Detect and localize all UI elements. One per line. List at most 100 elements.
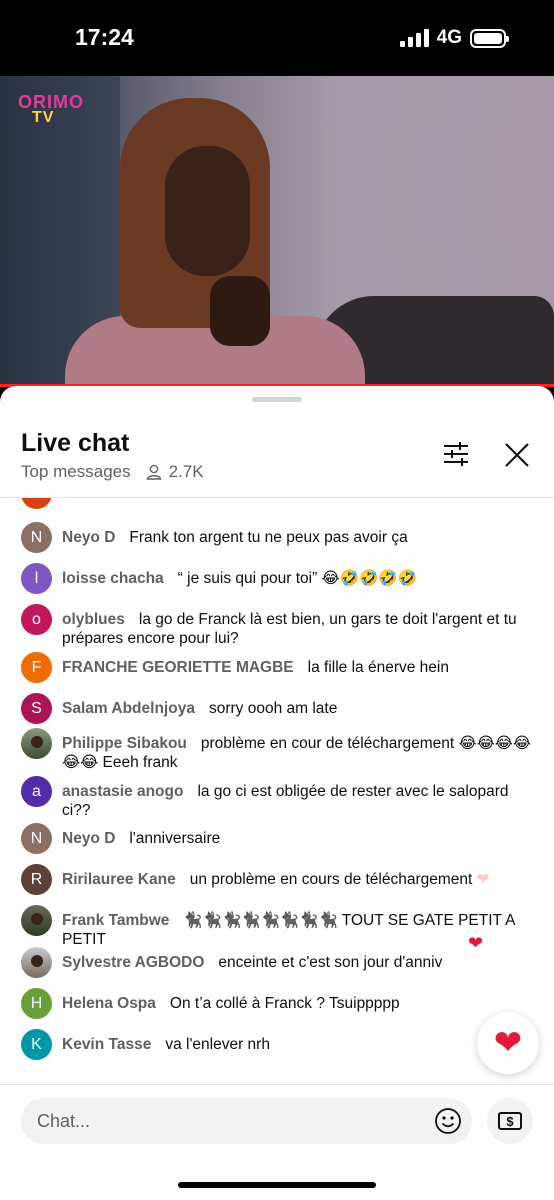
message-text: un problème en cours de téléchargement (189, 871, 473, 888)
message-author: Neyo D (62, 830, 116, 847)
avatar (21, 905, 52, 936)
message-author: Salam Abdelnjoya (62, 700, 195, 717)
message-body: Helena Ospa On t’a collé à Franck ? Tsuip… (62, 988, 540, 1019)
status-bar: 17:24 4G (0, 0, 554, 76)
chat-message[interactable]: o olyblues la go de Franck là est bien, u… (21, 604, 541, 648)
message-text: Frank ton argent tu ne peux pas avoir ça (129, 529, 408, 546)
chat-message[interactable]: N Neyo D Frank ton argent tu ne peux pas … (21, 522, 541, 553)
chat-settings-button[interactable] (440, 438, 472, 470)
message-author: anastasie anogo (62, 783, 184, 800)
chat-message-list[interactable]: kikchose N Neyo D Frank ton argent tu ne … (0, 498, 554, 1084)
chat-message[interactable]: Sylvestre AGBODO enceinte et c'est son jo… (21, 947, 541, 978)
chat-subtitle: Top messages 2.7K (21, 462, 204, 482)
message-text: sorry oooh am late (208, 700, 338, 717)
message-author: FRANCHE GEORIETTE MAGBE (62, 659, 294, 676)
chat-title: Live chat (21, 429, 130, 457)
avatar (21, 947, 52, 978)
message-text: la fille la énerve hein (307, 659, 449, 676)
emoji-button[interactable] (434, 1107, 462, 1135)
message-author: loisse chacha (62, 570, 164, 587)
close-icon (505, 443, 529, 467)
drag-handle[interactable] (252, 397, 302, 402)
message-body: anastasie anogo la go ci est obligée de r… (62, 776, 540, 820)
avatar: o (21, 604, 52, 635)
message-body: Sylvestre AGBODO enceinte et c'est son jo… (62, 947, 540, 978)
message-text: kikchose (62, 498, 540, 509)
message-author: Helena Ospa (62, 995, 156, 1012)
chat-input[interactable] (37, 1110, 417, 1132)
chat-message[interactable]: Philippe Sibakou problème en cour de télé… (21, 728, 541, 772)
heart-reaction-button[interactable]: ❤ (477, 1012, 539, 1074)
signal-icon (399, 29, 429, 47)
avatar: l (21, 563, 52, 594)
chat-message[interactable]: H Helena Ospa On t’a collé à Franck ? Tsu… (21, 988, 541, 1019)
logo-line-2: TV (32, 109, 55, 126)
message-author: Frank Tambwe (62, 912, 170, 929)
viewer-count: 2.7K (145, 462, 204, 482)
avatar: H (21, 988, 52, 1019)
message-author: Neyo D (62, 529, 116, 546)
chat-message[interactable]: F FRANCHE GEORIETTE MAGBE la fille la éne… (21, 652, 541, 683)
person-icon (146, 464, 161, 480)
video-person-hand (210, 276, 270, 346)
channel-logo: ORIMO TV (18, 92, 84, 126)
chat-message[interactable]: kikchose (21, 498, 541, 509)
message-body: Kevin Tasse va l'enlever nrh (62, 1029, 540, 1060)
logo-line-1: ORIMO (18, 92, 84, 112)
smiley-icon (435, 1108, 461, 1134)
message-body: Neyo D Frank ton argent tu ne peux pas av… (62, 522, 540, 553)
message-body: loisse chacha “ je suis qui pour toi” 😂🤣🤣… (62, 563, 540, 594)
avatar (21, 728, 52, 759)
message-text: l'anniversaire (129, 830, 221, 847)
video-player[interactable]: ORIMO TV (0, 76, 554, 386)
heart-icon: ❤ (476, 871, 490, 888)
heart-icon: ❤ (493, 1024, 523, 1062)
message-body: Ririlauree Kane un problème en cours de t… (62, 864, 540, 895)
home-indicator (178, 1182, 376, 1188)
avatar (21, 498, 52, 509)
avatar: K (21, 1029, 52, 1060)
message-text: enceinte et c'est son jour d'anniv (218, 954, 443, 971)
chat-input-container[interactable] (21, 1098, 472, 1144)
message-body: Philippe Sibakou problème en cour de télé… (62, 728, 540, 772)
message-body: olyblues la go de Franck là est bien, un … (62, 604, 540, 648)
message-text: “ je suis qui pour toi” 😂🤣🤣🤣🤣 (177, 570, 417, 587)
svg-text:$: $ (506, 1114, 514, 1129)
network-type: 4G (436, 27, 462, 48)
message-text: On t’a collé à Franck ? Tsuippppp (169, 995, 400, 1012)
message-author: Kevin Tasse (62, 1036, 152, 1053)
chat-message[interactable]: l loisse chacha “ je suis qui pour toi” 😂… (21, 563, 541, 594)
sliders-icon (444, 442, 468, 466)
status-time: 17:24 (75, 24, 134, 50)
dollar-bill-icon: $ (498, 1112, 522, 1130)
avatar: N (21, 522, 52, 553)
avatar: R (21, 864, 52, 895)
status-indicators: 4G (399, 27, 509, 49)
chat-message[interactable]: N Neyo D l'anniversaire (21, 823, 541, 854)
chat-message[interactable]: a anastasie anogo la go ci est obligée de… (21, 776, 541, 820)
chat-message[interactable]: S Salam Abdelnjoya sorry oooh am late (21, 693, 541, 724)
avatar: a (21, 776, 52, 807)
avatar: N (21, 823, 52, 854)
message-author: Ririlauree Kane (62, 871, 176, 888)
chat-message[interactable]: K Kevin Tasse va l'enlever nrh (21, 1029, 541, 1060)
chat-mode-selector[interactable]: Top messages (21, 462, 131, 482)
close-chat-button[interactable] (500, 438, 534, 472)
viewer-count-value: 2.7K (168, 462, 204, 481)
message-body: Neyo D l'anniversaire (62, 823, 540, 854)
battery-icon (470, 28, 509, 48)
super-chat-button[interactable]: $ (487, 1098, 533, 1144)
video-person-face (165, 146, 250, 276)
avatar: F (21, 652, 52, 683)
message-author: olyblues (62, 611, 125, 628)
chat-message[interactable]: R Ririlauree Kane un problème en cours de… (21, 864, 541, 895)
message-body: FRANCHE GEORIETTE MAGBE la fille la énerv… (62, 652, 540, 683)
message-text: va l'enlever nrh (165, 1036, 270, 1053)
input-divider (0, 1084, 554, 1085)
message-body: Salam Abdelnjoya sorry oooh am late (62, 693, 540, 724)
avatar: S (21, 693, 52, 724)
chat-message[interactable]: Frank Tambwe 🐈‍⬛🐈‍⬛🐈‍⬛🐈‍⬛🐈‍⬛🐈‍⬛🐈‍⬛🐈‍⬛ TOU… (21, 905, 541, 949)
message-text: la go de Franck là est bien, un gars te … (62, 611, 517, 647)
live-chat-panel: Live chat Top messages 2.7K kikc (0, 386, 554, 1200)
message-author: Philippe Sibakou (62, 735, 187, 752)
